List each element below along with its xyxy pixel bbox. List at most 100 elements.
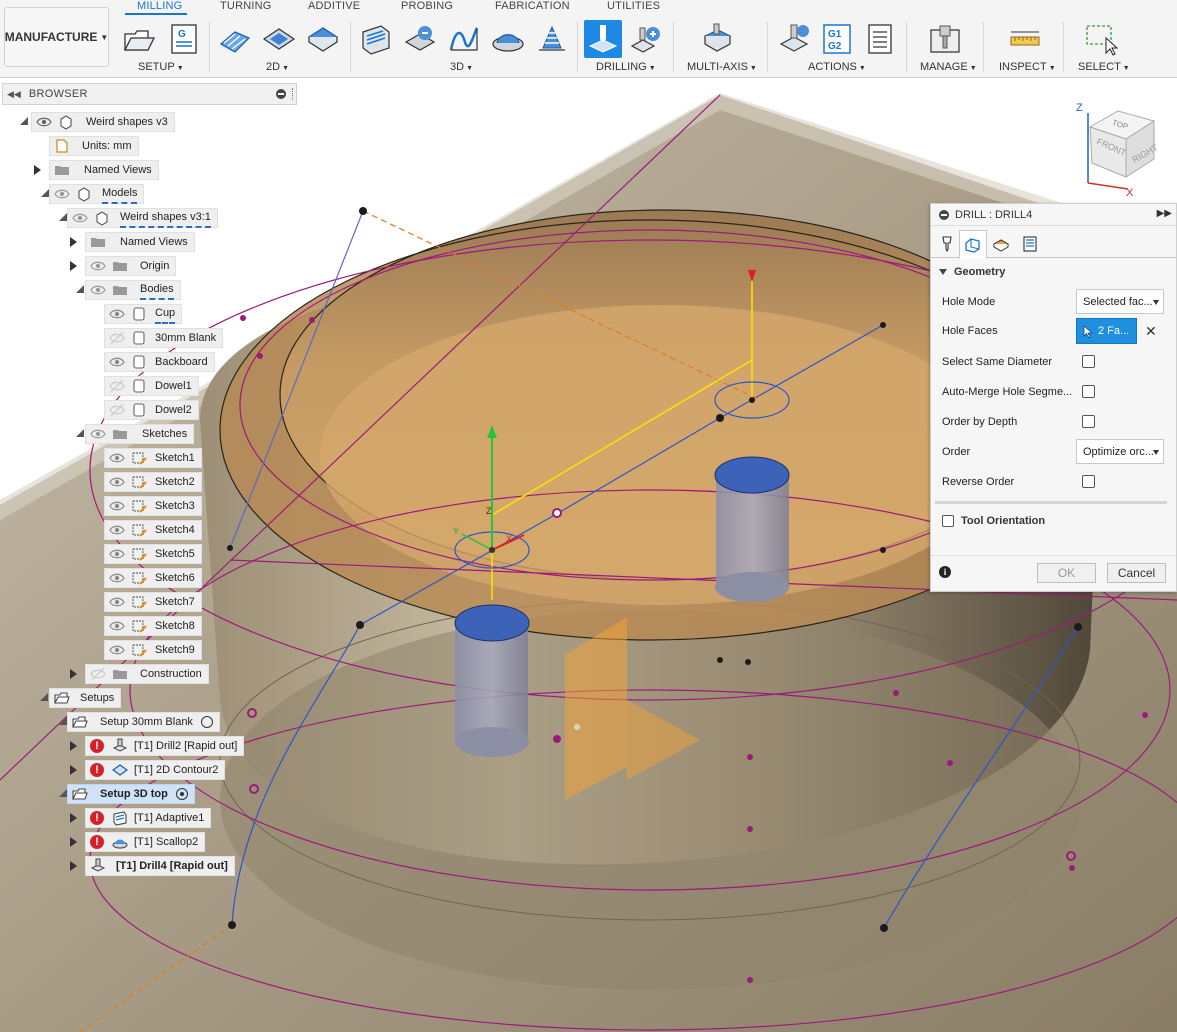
- collapse-browser-icon[interactable]: ◀◀: [7, 89, 21, 100]
- collapse-icon[interactable]: [32, 693, 48, 701]
- measure-icon[interactable]: [1008, 22, 1042, 56]
- tree-item-sketches[interactable]: Sketches: [85, 424, 195, 444]
- expand-icon[interactable]: [70, 741, 77, 751]
- tree-item-bodies[interactable]: Bodies: [85, 280, 181, 300]
- tree-item-operation[interactable]: ! [T1] Adaptive1: [85, 808, 212, 828]
- setup-sheet-icon[interactable]: [863, 22, 897, 56]
- collapse-icon[interactable]: [51, 789, 67, 797]
- active-setup-radio[interactable]: [200, 716, 213, 728]
- eye-icon[interactable]: [109, 642, 125, 658]
- collapse-icon[interactable]: [12, 117, 28, 125]
- tree-item-models[interactable]: Models: [49, 184, 145, 204]
- group-setup[interactable]: SETUP ▼: [138, 61, 184, 73]
- tree-item-sketch[interactable]: Sketch1: [104, 448, 202, 468]
- post-process-icon[interactable]: G1 G2: [820, 22, 854, 56]
- ok-button[interactable]: OK: [1037, 563, 1096, 583]
- tab-tool[interactable]: [933, 230, 961, 258]
- nc-program-icon[interactable]: G: [167, 22, 201, 56]
- tree-item-setup-3d-top[interactable]: Setup 3D top: [67, 784, 195, 804]
- face-icon[interactable]: [306, 22, 340, 56]
- tree-item-sketch[interactable]: Sketch4: [104, 520, 202, 540]
- group-multi-axis[interactable]: MULTI-AXIS ▼: [687, 61, 757, 73]
- expand-icon[interactable]: [70, 765, 77, 775]
- tab-cycle[interactable]: [1016, 230, 1044, 258]
- eye-icon[interactable]: [72, 210, 88, 226]
- 3d-scallop-icon[interactable]: [491, 22, 525, 56]
- expand-icon[interactable]: [34, 165, 41, 175]
- order-select[interactable]: Optimize orc...: [1076, 439, 1164, 464]
- tree-item-units[interactable]: Units: mm: [49, 136, 139, 156]
- drill-icon[interactable]: [586, 22, 620, 56]
- cancel-button[interactable]: Cancel: [1107, 563, 1166, 583]
- tree-item-origin[interactable]: Origin: [85, 256, 177, 276]
- tab-utilities[interactable]: UTILITIES: [607, 0, 660, 12]
- expand-icon[interactable]: [70, 237, 77, 247]
- window-select-icon[interactable]: [1084, 22, 1119, 56]
- tree-item-body-cup[interactable]: Cup: [104, 304, 183, 324]
- group-3d[interactable]: 3D ▼: [450, 61, 473, 73]
- eye-icon[interactable]: [54, 186, 70, 202]
- eye-icon[interactable]: [109, 450, 125, 466]
- collapse-icon[interactable]: [68, 429, 84, 437]
- 3d-steep-shallow-icon[interactable]: [535, 22, 569, 56]
- resize-handle[interactable]: [292, 88, 294, 100]
- geometry-section-header[interactable]: Geometry: [939, 266, 1005, 278]
- info-icon[interactable]: i: [939, 566, 951, 578]
- tab-fabrication[interactable]: FABRICATION: [495, 0, 570, 12]
- view-cube[interactable]: Z X TOP FRONT RIGHT: [1070, 97, 1170, 201]
- tree-item-document[interactable]: Weird shapes v3: [31, 112, 175, 132]
- tree-item-sketch[interactable]: Sketch3: [104, 496, 202, 516]
- eye-icon[interactable]: [109, 594, 125, 610]
- hole-recognition-icon[interactable]: [628, 22, 662, 56]
- tab-geometry[interactable]: [959, 230, 987, 259]
- eye-icon[interactable]: [109, 570, 125, 586]
- 3d-pocket-icon[interactable]: [403, 22, 437, 56]
- group-actions[interactable]: ACTIONS ▼: [808, 61, 866, 73]
- tree-item-operation[interactable]: ! [T1] Scallop2: [85, 832, 206, 852]
- eye-hidden-icon[interactable]: [109, 378, 125, 394]
- expand-dialog-icon[interactable]: ▶▶: [1157, 208, 1172, 219]
- tool-orientation-checkbox[interactable]: [942, 515, 954, 527]
- tree-item-named-views[interactable]: Named Views: [85, 232, 195, 252]
- 2d-pocket-icon[interactable]: [262, 22, 296, 56]
- eye-icon[interactable]: [90, 282, 106, 298]
- tree-item-body-30mm-blank[interactable]: 30mm Blank: [104, 328, 224, 348]
- collapse-icon[interactable]: [51, 213, 67, 221]
- tab-milling[interactable]: MILLING: [137, 0, 182, 12]
- tab-additive[interactable]: ADDITIVE: [308, 0, 360, 12]
- reverse-order-checkbox[interactable]: [1082, 475, 1095, 488]
- tree-item-sketch[interactable]: Sketch2: [104, 472, 202, 492]
- group-select[interactable]: SELECT ▼: [1078, 61, 1130, 73]
- minimize-icon[interactable]: [939, 209, 949, 220]
- eye-icon[interactable]: [109, 522, 125, 538]
- 3d-contour-icon[interactable]: [447, 22, 481, 56]
- eye-icon[interactable]: [109, 354, 125, 370]
- auto-merge-checkbox[interactable]: [1082, 385, 1095, 398]
- eye-icon[interactable]: [36, 114, 52, 130]
- eye-icon[interactable]: [109, 618, 125, 634]
- collapse-icon[interactable]: [33, 189, 49, 197]
- eye-icon[interactable]: [109, 474, 125, 490]
- tree-item-sketch[interactable]: Sketch9: [104, 640, 202, 660]
- tree-item-body-backboard[interactable]: Backboard: [104, 352, 215, 372]
- tree-item-sketch[interactable]: Sketch7: [104, 592, 202, 612]
- tree-item-sketch[interactable]: Sketch6: [104, 568, 202, 588]
- minimize-icon[interactable]: [276, 89, 286, 99]
- tree-item-component[interactable]: Weird shapes v3:1: [67, 208, 218, 228]
- clear-selection-icon[interactable]: ✕: [1145, 323, 1157, 340]
- eye-hidden-icon[interactable]: [109, 330, 125, 346]
- eye-hidden-icon[interactable]: [109, 402, 125, 418]
- expand-icon[interactable]: [70, 669, 77, 679]
- tree-item-construction[interactable]: Construction: [85, 664, 209, 684]
- group-drilling[interactable]: DRILLING ▼: [596, 61, 656, 73]
- group-2d[interactable]: 2D ▼: [266, 61, 289, 73]
- tree-item-body-dowel2[interactable]: Dowel2: [104, 400, 199, 420]
- eye-icon[interactable]: [109, 546, 125, 562]
- collapse-icon[interactable]: [68, 285, 84, 293]
- simulate-icon[interactable]: [777, 22, 811, 56]
- tree-item-body-dowel1[interactable]: Dowel1: [104, 376, 199, 396]
- select-same-diameter-checkbox[interactable]: [1082, 355, 1095, 368]
- eye-icon[interactable]: [90, 426, 106, 442]
- tree-item-sketch[interactable]: Sketch8: [104, 616, 202, 636]
- expand-icon[interactable]: [70, 261, 77, 271]
